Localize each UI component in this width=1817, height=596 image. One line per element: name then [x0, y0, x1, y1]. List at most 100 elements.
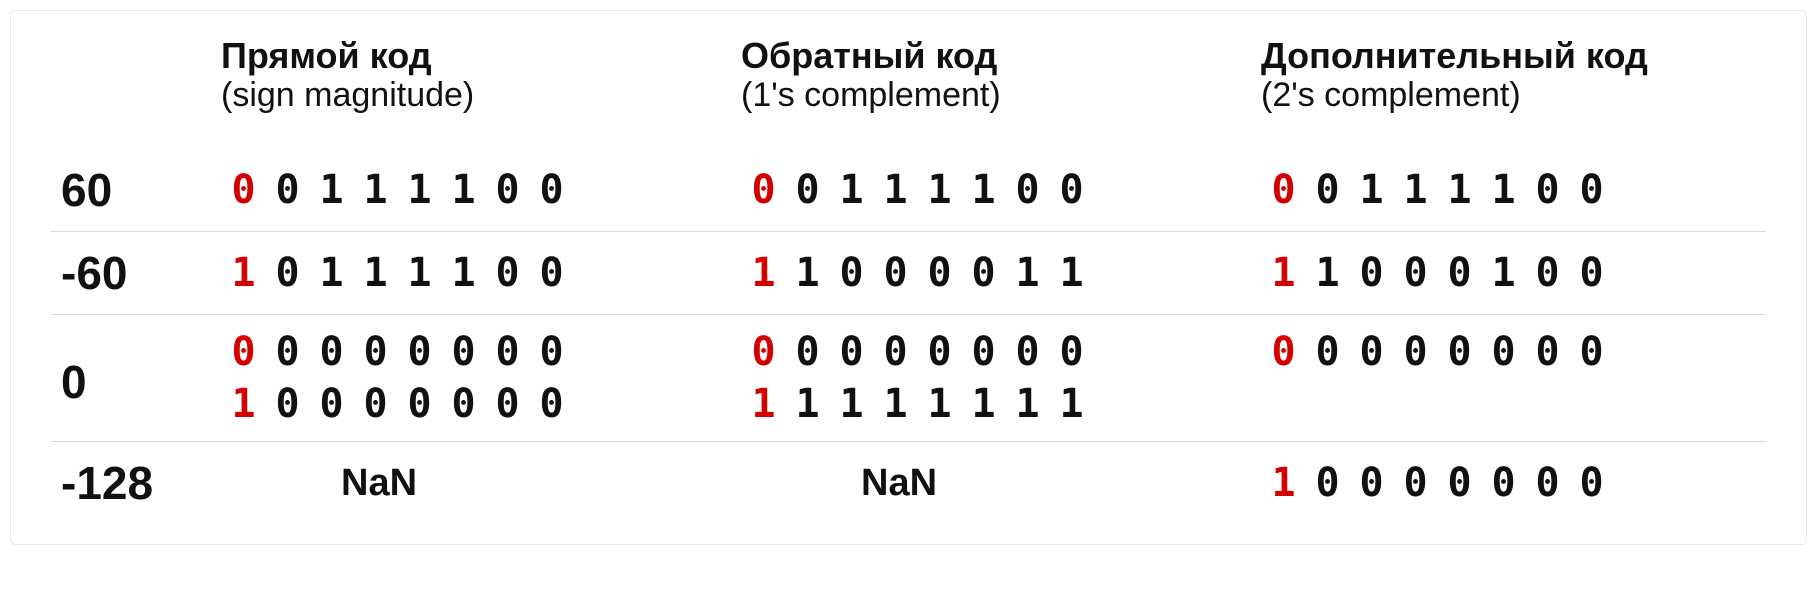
bit: 0 [397, 329, 441, 375]
bit: 0 [1437, 460, 1481, 506]
bit: 1 [1349, 167, 1393, 213]
bits-ones: 11000011 [741, 250, 1261, 296]
bit: 0 [485, 381, 529, 427]
bit: 0 [265, 381, 309, 427]
bit: 1 [441, 250, 485, 296]
bit: 1 [785, 250, 829, 296]
bit: 0 [917, 250, 961, 296]
bit: 1 [917, 381, 961, 427]
bit: 0 [309, 329, 353, 375]
bit: 0 [961, 250, 1005, 296]
sign-bit: 1 [1261, 250, 1305, 296]
bit: 0 [1393, 460, 1437, 506]
bit: 0 [1049, 167, 1093, 213]
bit: 0 [529, 381, 573, 427]
bits-twos: 00111100 [1261, 167, 1766, 213]
bit: 0 [529, 167, 573, 213]
bit: 0 [873, 250, 917, 296]
bit: 0 [1525, 460, 1569, 506]
row-value: 0 [51, 315, 221, 442]
bit: 0 [1569, 167, 1613, 213]
bit: 1 [961, 381, 1005, 427]
bit: 0 [1481, 329, 1525, 375]
bit: 1 [1005, 250, 1049, 296]
bit: 0 [1005, 329, 1049, 375]
bits-twos: 11000100 [1261, 250, 1766, 296]
table-row: -128 NaN NaN 10000000 [51, 442, 1766, 525]
bit: 0 [265, 250, 309, 296]
bit: 0 [829, 329, 873, 375]
bit: 1 [1437, 167, 1481, 213]
bit: 0 [1437, 250, 1481, 296]
sign-bit: 1 [1261, 460, 1305, 506]
table: Прямой код (sign magnitude) Обратный код… [51, 35, 1766, 524]
bit: 0 [265, 167, 309, 213]
nan-label: NaN [741, 462, 1261, 505]
table-row: 60 00111100 00111100 00111100 [51, 149, 1766, 232]
table-row: -60 10111100 11000011 11000100 [51, 232, 1766, 315]
bit: 1 [1481, 167, 1525, 213]
bit: 0 [1349, 460, 1393, 506]
nan-label: NaN [221, 462, 741, 505]
bits-ones: 00000000 [741, 329, 1261, 375]
row-value: -60 [51, 232, 221, 315]
bit: 0 [529, 250, 573, 296]
sign-bit: 1 [221, 250, 265, 296]
bit: 1 [309, 167, 353, 213]
bit: 0 [1525, 250, 1569, 296]
bit: 0 [785, 167, 829, 213]
header-twos-complement: Дополнительный код (2's complement) [1261, 35, 1766, 149]
bit: 1 [441, 167, 485, 213]
bit: 0 [1393, 250, 1437, 296]
bit: 1 [1049, 250, 1093, 296]
bit: 1 [397, 250, 441, 296]
bit: 1 [1393, 167, 1437, 213]
bit: 0 [1481, 460, 1525, 506]
bit: 0 [441, 381, 485, 427]
header-sub: (1's complement) [741, 76, 1261, 115]
bit: 0 [1437, 329, 1481, 375]
bit: 0 [961, 329, 1005, 375]
bit: 0 [529, 329, 573, 375]
bit: 0 [485, 250, 529, 296]
table-row: 0 00000000 00000000 00000000 [51, 315, 1766, 382]
bit: 0 [1349, 250, 1393, 296]
bit: 0 [397, 381, 441, 427]
bit: 0 [353, 329, 397, 375]
sign-bit: 0 [741, 167, 785, 213]
bit: 0 [1349, 329, 1393, 375]
bit: 1 [1049, 381, 1093, 427]
bits-sign-mag: 10111100 [221, 250, 741, 296]
bit: 0 [1569, 460, 1613, 506]
sign-bit: 0 [221, 167, 265, 213]
bit: 1 [353, 250, 397, 296]
bit: 0 [1305, 167, 1349, 213]
bit: 1 [309, 250, 353, 296]
bits-sign-mag-alt: 10000000 [221, 381, 741, 427]
bit: 0 [1305, 329, 1349, 375]
bits-sign-mag: 00111100 [221, 167, 741, 213]
header-title: Обратный код [741, 35, 1261, 76]
header-title: Дополнительный код [1261, 35, 1766, 76]
bits-ones: 00111100 [741, 167, 1261, 213]
bit: 1 [785, 381, 829, 427]
bit: 0 [441, 329, 485, 375]
bit: 0 [873, 329, 917, 375]
bit: 0 [785, 329, 829, 375]
sign-bit: 0 [221, 329, 265, 375]
row-value: 60 [51, 149, 221, 232]
header-title: Прямой код [221, 35, 741, 76]
header-sub: (2's complement) [1261, 76, 1766, 115]
sign-bit: 1 [741, 250, 785, 296]
header-ones-complement: Обратный код (1's complement) [741, 35, 1261, 149]
bit: 0 [265, 329, 309, 375]
bit: 0 [309, 381, 353, 427]
bit: 1 [353, 167, 397, 213]
table-row: 10000000 11111111 [51, 381, 1766, 442]
bit: 0 [1525, 167, 1569, 213]
sign-bit: 1 [741, 381, 785, 427]
encoding-table: Прямой код (sign magnitude) Обратный код… [10, 10, 1807, 545]
bit: 0 [1569, 329, 1613, 375]
bits-twos: 10000000 [1261, 460, 1766, 506]
bit: 1 [917, 167, 961, 213]
